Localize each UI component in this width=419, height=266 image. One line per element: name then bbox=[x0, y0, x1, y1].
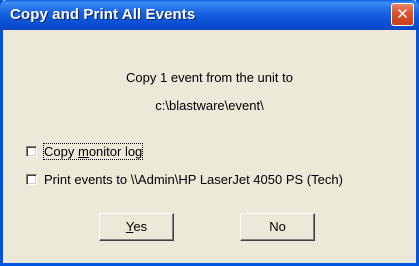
print-events-checkbox[interactable] bbox=[26, 173, 37, 185]
copy-monitor-log-label[interactable]: Copy monitor log bbox=[42, 142, 144, 160]
label-accelerator: m bbox=[77, 143, 89, 159]
yes-label-rest: es bbox=[133, 219, 148, 234]
print-events-label[interactable]: Print events to \\Admin\HP LaserJet 4050… bbox=[44, 172, 343, 187]
copy-monitor-log-checkbox[interactable] bbox=[26, 145, 37, 157]
label-prefix: Copy bbox=[44, 143, 78, 159]
print-events-option[interactable]: Print events to \\Admin\HP LaserJet 4050… bbox=[26, 171, 343, 187]
close-icon: ✕ bbox=[396, 5, 409, 23]
close-button[interactable]: ✕ bbox=[391, 3, 414, 26]
no-button[interactable]: No bbox=[240, 213, 315, 241]
yes-button[interactable]: Yes bbox=[99, 213, 174, 241]
label-rest: onitor log bbox=[88, 143, 143, 159]
copy-monitor-log-option[interactable]: Copy monitor log bbox=[26, 142, 144, 160]
dialog-title: Copy and Print All Events bbox=[10, 6, 196, 23]
title-bar[interactable]: Copy and Print All Events ✕ bbox=[0, 0, 419, 30]
dialog-window: Copy and Print All Events ✕ Copy 1 event… bbox=[0, 0, 419, 266]
message-line-1: Copy 1 event from the unit to bbox=[126, 70, 293, 85]
message-line-2: c:\blastware\event\ bbox=[155, 98, 264, 113]
